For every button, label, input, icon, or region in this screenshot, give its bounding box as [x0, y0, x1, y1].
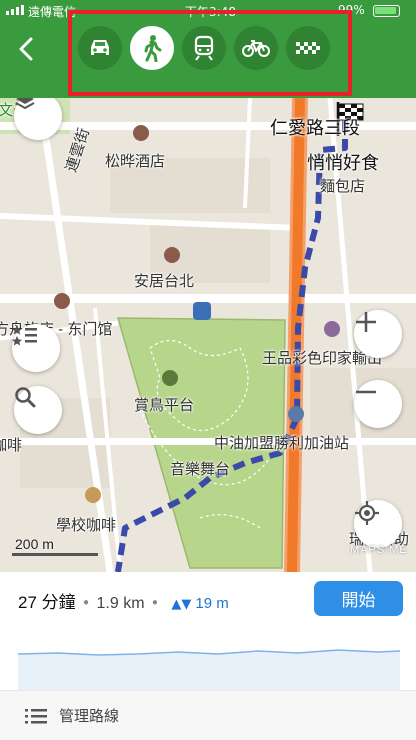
- starred-list-icon: [12, 325, 37, 346]
- start-navigation-button[interactable]: 開始: [314, 581, 403, 616]
- map-label-road: 仁愛路三段: [270, 118, 360, 138]
- route-sheet: 27 分鐘 • 1.9 km • ▲▼ 19 m 開始 管理路線: [0, 572, 416, 740]
- map-label-cafe: 咖啡: [0, 437, 23, 454]
- manage-routes-button[interactable]: 管理路線: [0, 690, 416, 740]
- map-label-hotel: 松晔酒店: [105, 153, 166, 170]
- location-target-icon: [355, 501, 379, 525]
- scale-label: 200 m: [15, 536, 54, 552]
- annotation-highlight-box: [68, 10, 352, 96]
- elevation-profile-graph: [18, 649, 400, 690]
- bookmarks-list-button[interactable]: [12, 324, 60, 372]
- map-label-school-cafe: 學校咖啡: [56, 517, 117, 534]
- maps-me-watermark: MAPS.ME: [350, 544, 408, 556]
- route-distance: 1.9 km: [96, 595, 145, 612]
- separator-dot: •: [81, 594, 91, 612]
- plus-icon: [356, 312, 376, 332]
- zoom-in-button[interactable]: [354, 310, 402, 358]
- map-scale: 200 m: [12, 536, 100, 556]
- minus-icon: [356, 390, 376, 394]
- list-icon: [25, 708, 47, 723]
- scale-bar: [12, 553, 98, 556]
- map-label-gas-station: 中油加盟勝利加油站: [214, 435, 350, 452]
- signal-icon: [6, 5, 24, 15]
- route-duration: 27 分鐘: [18, 593, 76, 612]
- map-label-destination-sub: 麵包店: [320, 178, 366, 195]
- elevation-up-down-icon: ▲▼: [171, 597, 192, 612]
- search-icon: [15, 387, 36, 408]
- map-label-bird-stage: 賞鳥平台: [134, 397, 195, 414]
- chevron-left-icon: [19, 37, 33, 61]
- my-location-button[interactable]: [354, 500, 402, 548]
- route-elevation: 19 m: [195, 595, 229, 612]
- map-label-destination: 悄悄好食: [307, 153, 379, 173]
- map-label-music-stage: 音樂舞台: [170, 461, 231, 478]
- back-button[interactable]: [12, 34, 42, 64]
- zoom-out-button[interactable]: [354, 380, 402, 428]
- map-label-hotel: 安居台北: [134, 273, 195, 290]
- layers-icon: [15, 98, 35, 110]
- manage-routes-label: 管理路線: [59, 707, 120, 725]
- screen: 遠傳電信 下午3:48 99% 仁愛路三段 悄悄好食 麵包店 松晔酒店 連雲街 …: [0, 0, 416, 740]
- map-view[interactable]: 文光公園 仁愛路三段 悄悄好食 麵包店 松晔酒店 連雲街 安居台北 方舟旅店 -…: [0, 98, 416, 572]
- separator-dot: •: [150, 594, 160, 612]
- route-summary: 27 分鐘 • 1.9 km • ▲▼ 19 m: [18, 588, 229, 612]
- battery-icon: [373, 5, 400, 17]
- search-button[interactable]: [14, 386, 62, 434]
